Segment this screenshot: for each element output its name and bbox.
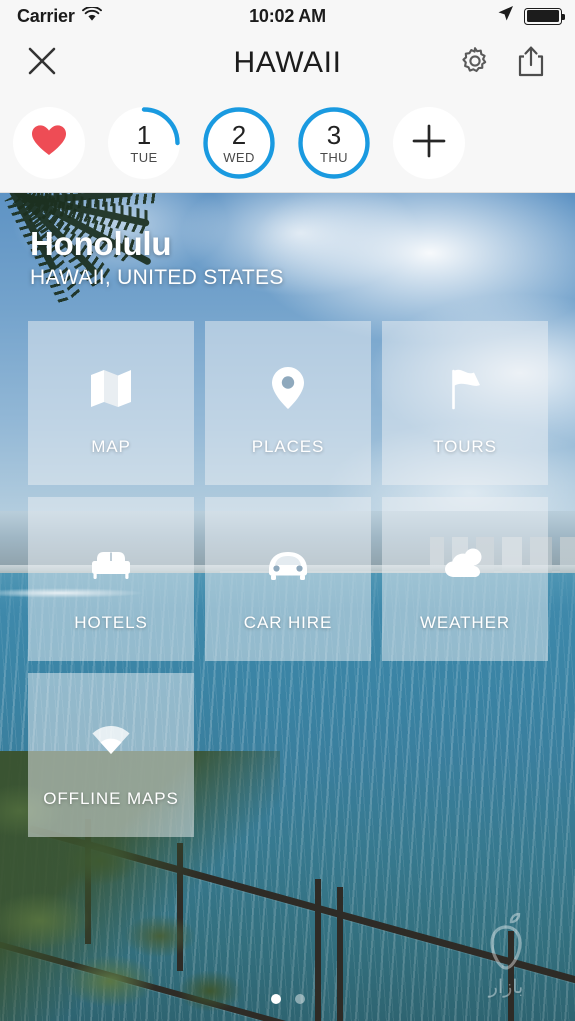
- day-selected-ring: [203, 107, 275, 179]
- car-icon: [264, 541, 312, 587]
- nav-bar: HAWAII: [0, 32, 575, 94]
- tile-tours[interactable]: TOURS: [382, 321, 548, 485]
- tile-label: MAP: [91, 437, 131, 456]
- map-pin-icon: [270, 365, 306, 411]
- page-dot-active[interactable]: [270, 994, 281, 1004]
- tile-car-hire[interactable]: CAR HIRE: [205, 497, 371, 661]
- share-button[interactable]: [507, 32, 555, 94]
- battery-full-icon: [524, 7, 565, 25]
- watermark: بازار: [451, 909, 561, 999]
- status-bar-clock: 10:02 AM: [249, 5, 326, 26]
- cloud-sun-icon: [441, 541, 489, 587]
- location-arrow-icon: [497, 5, 514, 27]
- destination-heading: Honolulu HAWAII, UNITED STATES: [30, 225, 284, 290]
- map-icon: [88, 365, 134, 411]
- feature-tile-grid: MAP PLACES TOURS HOTELS CAR HIRE WEATHER…: [28, 321, 549, 837]
- tile-weather[interactable]: WEATHER: [382, 497, 548, 661]
- day-progress-ring-partial: [141, 107, 180, 146]
- tile-offline-maps[interactable]: OFFLINE MAPS: [28, 673, 194, 837]
- gear-icon: [459, 45, 491, 82]
- tile-label: CAR HIRE: [243, 613, 333, 632]
- tile-label: TOURS: [433, 437, 497, 456]
- region-name: HAWAII, UNITED STATES: [30, 265, 284, 289]
- flag-icon: [442, 365, 488, 411]
- status-bar-right: [497, 5, 565, 27]
- add-day-button[interactable]: [393, 107, 465, 179]
- day-selector-strip: 1 TUE 2 WED 3 THU: [0, 94, 575, 193]
- page-dot[interactable]: [294, 994, 305, 1004]
- settings-button[interactable]: [451, 32, 499, 94]
- share-icon: [516, 45, 546, 82]
- watermark-text: بازار: [488, 977, 524, 998]
- bed-icon: [88, 541, 134, 587]
- day-item-1[interactable]: 1 TUE: [108, 107, 180, 179]
- close-button[interactable]: [18, 32, 66, 94]
- wifi-download-icon: [87, 717, 135, 763]
- day-item-2[interactable]: 2 WED: [203, 107, 275, 179]
- heart-icon: [31, 124, 67, 162]
- tile-places[interactable]: PLACES: [205, 321, 371, 485]
- apple-logo-icon: [480, 912, 532, 976]
- tile-label: PLACES: [251, 437, 325, 456]
- tile-label: HOTELS: [74, 613, 148, 632]
- favorites-disc: [13, 107, 85, 179]
- tile-map[interactable]: MAP: [28, 321, 194, 485]
- day-selected-ring: [298, 107, 370, 179]
- favorites-button[interactable]: [13, 107, 85, 179]
- app-screen: Carrier 10:02 AM HAWAII 1 TUE 2 WED 3 TH…: [0, 0, 575, 1021]
- add-day-disc: [393, 107, 465, 179]
- tile-label: OFFLINE MAPS: [43, 789, 179, 808]
- tile-hotels[interactable]: HOTELS: [28, 497, 194, 661]
- city-name: Honolulu: [30, 225, 172, 262]
- close-icon: [27, 46, 57, 81]
- destination-hero: Honolulu HAWAII, UNITED STATES MAP PLACE…: [0, 193, 575, 1021]
- tile-label: WEATHER: [419, 613, 511, 632]
- plus-icon: [411, 123, 447, 164]
- day-item-3[interactable]: 3 THU: [298, 107, 370, 179]
- status-bar: Carrier 10:02 AM: [0, 0, 575, 32]
